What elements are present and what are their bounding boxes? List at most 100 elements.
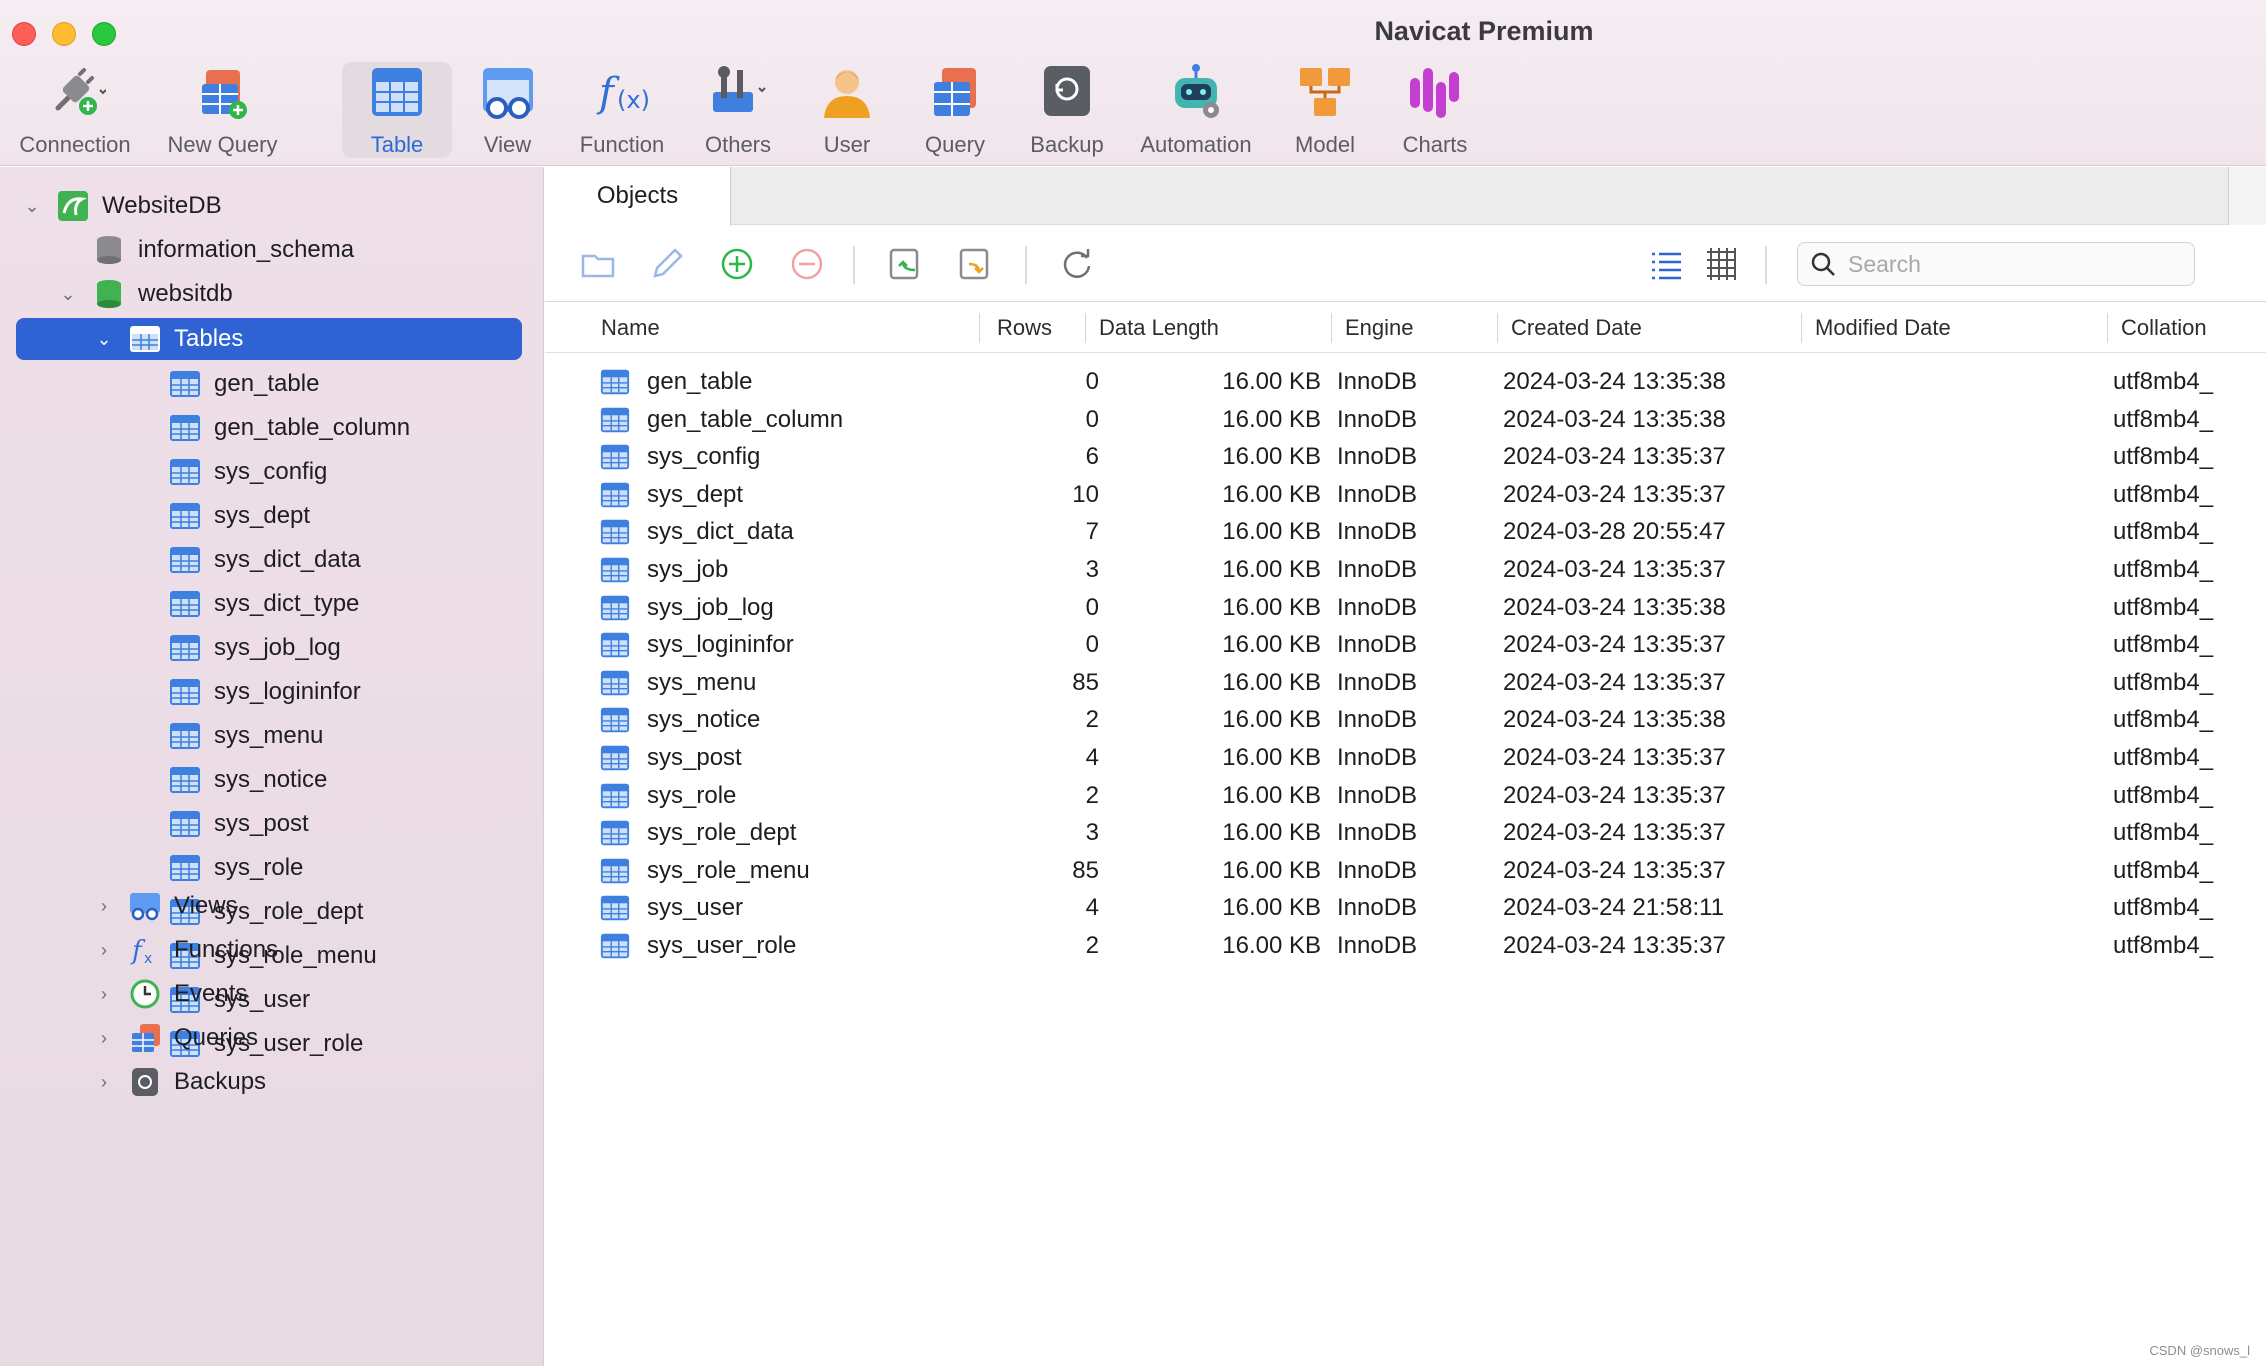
table-row[interactable]: sys_config 6 16.00 KB InnoDB 2024-03-24 13:3…: [545, 438, 2266, 475]
toolbar-model-button[interactable]: Model: [1282, 62, 1368, 158]
schema-node-websitdb[interactable]: ⌄ websitdb: [56, 273, 233, 315]
chevron-down-icon[interactable]: ⌄: [92, 329, 116, 350]
toolbar-others-button[interactable]: Others: [690, 62, 786, 158]
zoom-window-button[interactable]: [92, 22, 116, 46]
cell-name: sys_job_log: [647, 593, 774, 621]
chevron-right-icon[interactable]: ›: [92, 1028, 116, 1049]
add-circle-icon[interactable]: [717, 244, 757, 284]
sidebar-table-item[interactable]: sys_dict_type: [168, 583, 359, 625]
export-icon[interactable]: [955, 244, 995, 284]
table-row[interactable]: sys_dict_data 7 16.00 KB InnoDB 2024-03-28 2…: [545, 513, 2266, 550]
column-header-rows[interactable]: Rows: [989, 303, 1079, 353]
backups-group-node[interactable]: › Backups: [92, 1061, 266, 1103]
connection-node-websitedb[interactable]: ⌄ WebsiteDB: [20, 185, 222, 227]
table-icon: [600, 444, 630, 470]
chevron-right-icon[interactable]: ›: [92, 984, 116, 1005]
toolbar-function-button[interactable]: f (x) Function: [570, 62, 674, 158]
table-row[interactable]: sys_notice 2 16.00 KB InnoDB 2024-03-24 13:3…: [545, 701, 2266, 738]
group-label: Backups: [174, 1068, 267, 1095]
column-header-name[interactable]: Name: [593, 303, 813, 353]
open-folder-icon[interactable]: [579, 244, 619, 284]
grid-view-icon[interactable]: [1701, 244, 1741, 284]
column-header-collation[interactable]: Collation: [2113, 303, 2253, 353]
functions-group-node[interactable]: › f x Functions: [92, 929, 278, 971]
sidebar-table-item[interactable]: sys_job_log: [168, 627, 341, 669]
toolbar-automation-button[interactable]: Automation: [1132, 62, 1260, 158]
table-row[interactable]: sys_role_menu 85 16.00 KB InnoDB 2024-03-24 …: [545, 852, 2266, 889]
tab-objects[interactable]: Objects: [545, 167, 731, 226]
table-icon: [170, 547, 200, 573]
table-row[interactable]: gen_table 0 16.00 KB InnoDB 2024-03-24 13:35…: [545, 363, 2266, 400]
search-input[interactable]: [1848, 250, 2168, 278]
table-row[interactable]: sys_logininfor 0 16.00 KB InnoDB 2024-03-24 …: [545, 626, 2266, 663]
cell-rows: 85: [1072, 668, 1099, 696]
sidebar-table-item[interactable]: sys_role: [168, 847, 303, 889]
toolbar-view-button[interactable]: View: [470, 62, 545, 158]
chevron-down-icon[interactable]: ⌄: [56, 284, 80, 305]
table-row[interactable]: sys_menu 85 16.00 KB InnoDB 2024-03-24 13:35…: [545, 664, 2266, 701]
table-row[interactable]: sys_post 4 16.00 KB InnoDB 2024-03-24 13:35:…: [545, 739, 2266, 776]
sidebar-table-item[interactable]: gen_table: [168, 363, 319, 405]
chevron-right-icon[interactable]: ›: [92, 1072, 116, 1093]
toolbar-charts-button[interactable]: Charts: [1390, 62, 1480, 158]
table-row[interactable]: sys_role 2 16.00 KB InnoDB 2024-03-24 13:35:…: [545, 777, 2266, 814]
table-row[interactable]: sys_dept 10 16.00 KB InnoDB 2024-03-24 13:35…: [545, 476, 2266, 513]
views-group-node[interactable]: › Views: [92, 885, 238, 927]
sidebar-table-item[interactable]: sys_post: [168, 803, 309, 845]
cell-name: sys_dict_data: [647, 518, 794, 546]
column-header-data-length[interactable]: Data Length: [1091, 303, 1291, 353]
table-row[interactable]: sys_user_role 2 16.00 KB InnoDB 2024-03-24 1…: [545, 927, 2266, 964]
cell-data-length: 16.00 KB: [1222, 556, 1321, 583]
events-group-node[interactable]: › Events: [92, 973, 247, 1015]
import-icon[interactable]: [885, 244, 925, 284]
column-header-modified-date[interactable]: Modified Date: [1807, 303, 2047, 353]
minimize-window-button[interactable]: [52, 22, 76, 46]
table-row[interactable]: gen_table_column 0 16.00 KB InnoDB 2024-03-2…: [545, 401, 2266, 438]
tables-group-node[interactable]: ⌄ Tables: [16, 318, 522, 360]
sidebar-table-label: sys_dict_type: [214, 590, 360, 617]
cell-data-length: 16.00 KB: [1222, 819, 1321, 847]
close-window-button[interactable]: [12, 22, 36, 46]
sidebar-table-item[interactable]: sys_menu: [168, 715, 323, 757]
toolbar-backup-button[interactable]: Backup: [1022, 62, 1112, 158]
cell-modified-date: [1807, 438, 2097, 475]
search-icon: [1811, 252, 1835, 276]
toolbar-user-button[interactable]: User: [808, 62, 886, 158]
cell-created-date: 2024-03-24 13:35:38: [1503, 405, 1726, 433]
chevron-right-icon[interactable]: ›: [92, 940, 116, 961]
table-row[interactable]: sys_job 3 16.00 KB InnoDB 2024-03-24 13:35:3…: [545, 551, 2266, 588]
table-icon: [170, 635, 200, 661]
schema-node-information-schema[interactable]: information_schema: [56, 229, 354, 271]
search-box[interactable]: [1797, 242, 2195, 286]
table-row[interactable]: sys_role_dept 3 16.00 KB InnoDB 2024-03-24 1…: [545, 814, 2266, 851]
cell-created-date: 2024-03-28 20:55:47: [1503, 518, 1726, 546]
refresh-icon[interactable]: [1057, 244, 1097, 284]
sidebar-table-item[interactable]: gen_table_column: [168, 407, 410, 449]
column-header-engine[interactable]: Engine: [1337, 303, 1477, 353]
table-icon: [600, 745, 630, 771]
toolbar-table-button[interactable]: Table: [342, 62, 452, 158]
list-view-icon[interactable]: [1647, 244, 1687, 284]
edit-pencil-icon[interactable]: [647, 244, 687, 284]
sidebar-table-item[interactable]: sys_notice: [168, 759, 327, 801]
sidebar-table-item[interactable]: sys_logininfor: [168, 671, 361, 713]
table-row[interactable]: sys_job_log 0 16.00 KB InnoDB 2024-03-24 13:…: [545, 589, 2266, 626]
table-row[interactable]: sys_user 4 16.00 KB InnoDB 2024-03-24 21:58:…: [545, 889, 2266, 926]
chevron-down-icon[interactable]: ⌄: [20, 196, 44, 217]
sidebar-table-item[interactable]: sys_config: [168, 451, 327, 493]
queries-group-node[interactable]: › Queries: [92, 1017, 258, 1059]
column-header-created-date[interactable]: Created Date: [1503, 303, 1743, 353]
chevron-right-icon[interactable]: ›: [92, 896, 116, 917]
toolbar-connection-button[interactable]: Connection: [10, 62, 140, 158]
toolbar-query-button[interactable]: Query: [915, 62, 995, 158]
sidebar-table-label: sys_dict_data: [214, 546, 361, 573]
cell-created-date: 2024-03-24 13:35:37: [1503, 668, 1726, 696]
toolbar-new-query-button[interactable]: New Query: [160, 62, 285, 158]
sidebar-table-item[interactable]: sys_dict_data: [168, 539, 361, 581]
table-icon: [600, 520, 630, 545]
table-icon: [170, 371, 200, 397]
cell-name: gen_table: [647, 368, 753, 395]
function-fx-icon: f (x): [596, 70, 650, 116]
delete-circle-icon[interactable]: [787, 244, 827, 284]
sidebar-table-item[interactable]: sys_dept: [168, 495, 310, 537]
